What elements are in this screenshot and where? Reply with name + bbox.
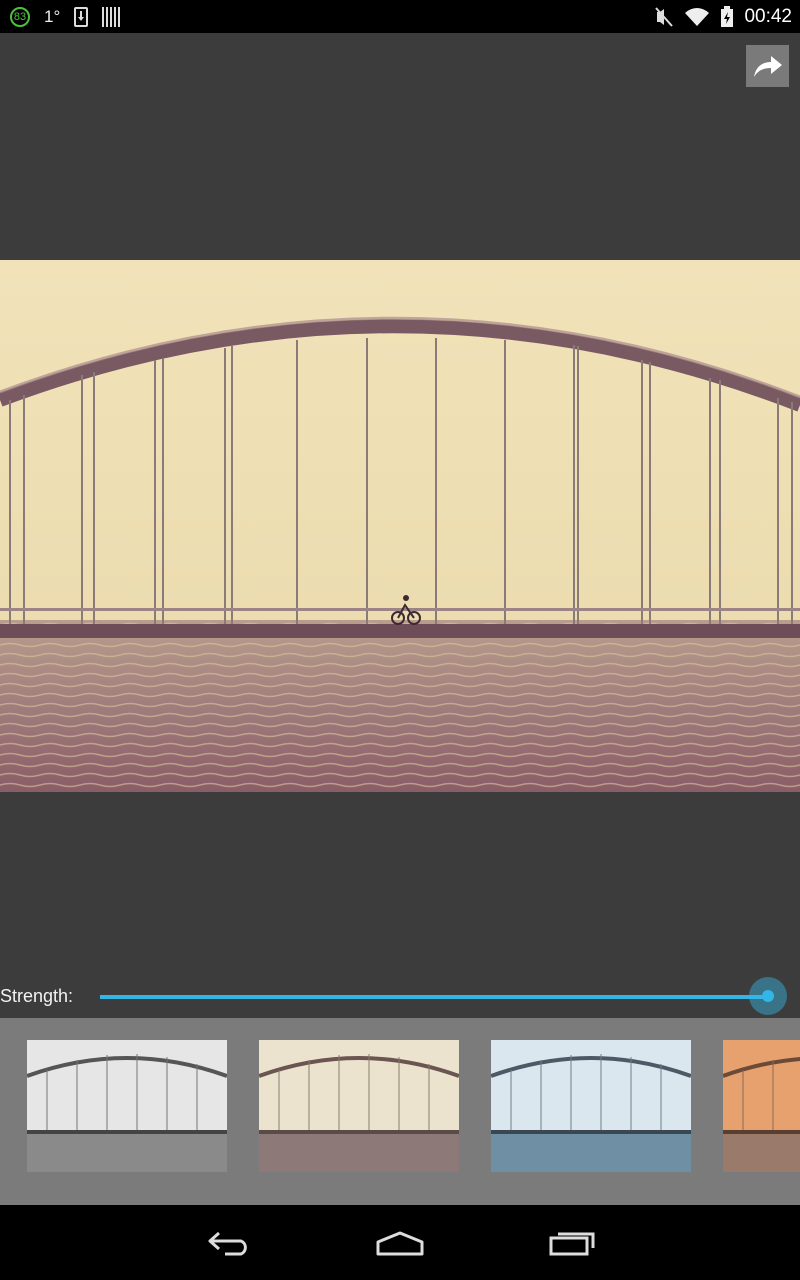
status-left: 83 1°: [10, 4, 121, 30]
home-button[interactable]: [370, 1223, 430, 1263]
recents-icon: [549, 1232, 595, 1256]
edited-photo: [0, 260, 800, 792]
home-icon: [376, 1231, 424, 1256]
back-icon: [208, 1231, 247, 1256]
share-button[interactable]: [746, 45, 789, 87]
navigation-bar: [0, 1205, 800, 1280]
share-icon: [753, 56, 782, 77]
recents-button[interactable]: [542, 1223, 602, 1263]
filter-thumb-orange[interactable]: [723, 1040, 800, 1172]
battery-percent-badge: 83: [10, 7, 30, 27]
battery-icon: [721, 6, 734, 27]
temperature-text: 1°: [44, 7, 61, 26]
status-bar: 83 1° 00:42: [0, 0, 800, 33]
barcode-icon: [102, 7, 121, 27]
clock-text: 00:42: [744, 6, 792, 27]
filter-thumb-sepia[interactable]: [259, 1040, 459, 1172]
mute-icon: [655, 7, 674, 27]
download-icon: [74, 7, 89, 27]
filter-thumb-grayscale[interactable]: [27, 1040, 227, 1172]
filter-strip[interactable]: [0, 1018, 800, 1205]
strength-label: Strength:: [0, 986, 74, 1006]
status-right: 00:42: [654, 4, 792, 30]
strength-slider-track[interactable]: [100, 995, 768, 999]
wifi-icon: [685, 8, 710, 26]
back-button[interactable]: [200, 1223, 260, 1263]
strength-slider-thumb[interactable]: [762, 990, 774, 1002]
filter-thumb-cool[interactable]: [491, 1040, 691, 1172]
